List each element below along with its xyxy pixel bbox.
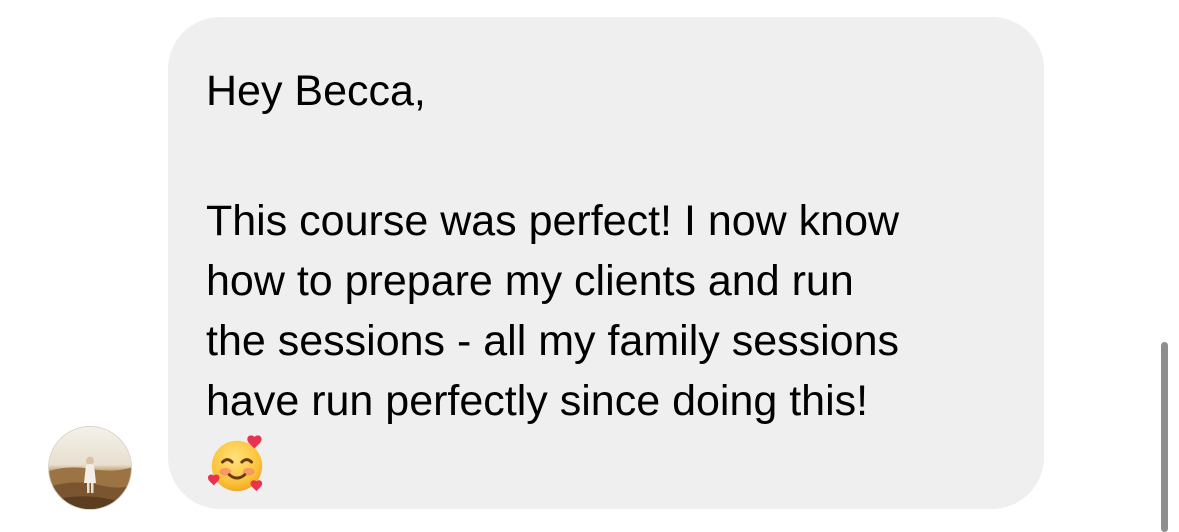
smiling-face-with-hearts-icon	[208, 435, 263, 492]
scrollbar-thumb[interactable]	[1161, 342, 1168, 532]
message-bubble[interactable]: Hey Becca, This course was perfect! I no…	[168, 17, 1044, 509]
avatar-photo-icon	[49, 427, 131, 509]
sender-avatar[interactable]	[48, 426, 132, 510]
chat-view: Hey Becca, This course was perfect! I no…	[0, 0, 1179, 532]
message-line-2: how to prepare my clients and run	[206, 257, 854, 305]
message-greeting: Hey Becca,	[206, 67, 426, 115]
message-line-3: the sessions - all my family sessions	[206, 317, 899, 365]
message-line-1: This course was perfect! I now know	[206, 197, 900, 245]
message-line-4: have run perfectly since doing this!	[206, 377, 869, 425]
